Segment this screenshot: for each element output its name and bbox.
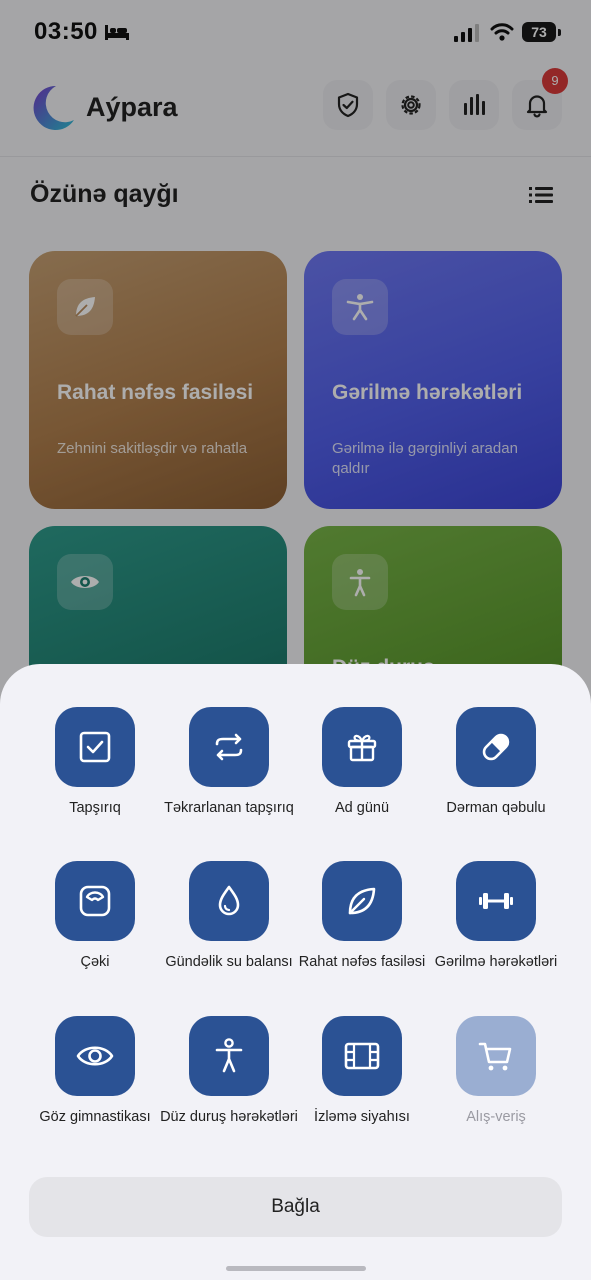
close-button[interactable]: Bağla [29,1177,562,1237]
task-button[interactable] [55,707,135,787]
sheet-item-birthday[interactable]: Ad günü [292,707,432,817]
sheet-item-weight[interactable]: Çəki [25,861,165,971]
sheet-item-breathing-break[interactable]: Rahat nəfəs fasiləsi [292,861,432,971]
sheet-item-task[interactable]: Tapşırıq [25,707,165,817]
dumbbell-icon [479,893,513,909]
item-label: Ad günü [334,800,390,816]
scale-icon [79,885,111,917]
person-icon [215,1038,243,1073]
sheet-item-shopping: Alış-veriş [426,1016,566,1126]
home-indicator [226,1266,366,1271]
eye-icon [76,1046,114,1066]
item-label: Alış-veriş [466,1109,526,1125]
sheet-item-recurring-task[interactable]: Təkrarlanan tapşırıq [159,707,299,817]
add-item-sheet: Tapşırıq Təkrarlanan tapşırıq Ad günü Də… [0,664,591,1280]
item-label: Düz duruş hərəkətləri [160,1109,298,1125]
repeat-icon [215,733,243,761]
eye-gymnastics-button[interactable] [55,1016,135,1096]
item-label: Dərman qəbulu [446,800,546,816]
shopping-button [456,1016,536,1096]
recurring-task-button[interactable] [189,707,269,787]
item-label: Göz gimnastikası [39,1109,151,1125]
water-balance-button[interactable] [189,861,269,941]
weight-button[interactable] [55,861,135,941]
item-label: İzləmə siyahısı [314,1109,410,1125]
leaf-icon [348,887,376,915]
app-screen: 03:50 73 Aýpara 9 Özünə qayğı Rahat nəfə… [0,0,591,1280]
breathing-break-button[interactable] [322,861,402,941]
pill-icon [482,733,510,761]
cart-icon [478,1042,512,1071]
stretching-button[interactable] [456,861,536,941]
gift-icon [347,734,377,762]
posture-button[interactable] [189,1016,269,1096]
checkbox-icon [79,731,111,763]
sheet-item-water-balance[interactable]: Gündəlik su balansı [159,861,299,971]
sheet-item-posture[interactable]: Düz duruş hərəkətləri [159,1016,299,1126]
film-icon [344,1042,380,1070]
item-label: Rahat nəfəs fasiləsi [298,954,426,970]
medication-button[interactable] [456,707,536,787]
item-label: Gündəlik su balansı [165,954,293,970]
sheet-item-stretching[interactable]: Gərilmə hərəkətləri [426,861,566,971]
item-label: Təkrarlanan tapşırıq [164,800,294,816]
sheet-item-watchlist[interactable]: İzləmə siyahısı [292,1016,432,1126]
item-label: Tapşırıq [69,800,121,816]
item-label: Çəki [80,954,110,970]
water-drop-icon [218,885,240,916]
watchlist-button[interactable] [322,1016,402,1096]
sheet-item-medication[interactable]: Dərman qəbulu [426,707,566,817]
birthday-button[interactable] [322,707,402,787]
sheet-item-eye-gymnastics[interactable]: Göz gimnastikası [25,1016,165,1126]
item-label: Gərilmə hərəkətləri [434,954,558,970]
